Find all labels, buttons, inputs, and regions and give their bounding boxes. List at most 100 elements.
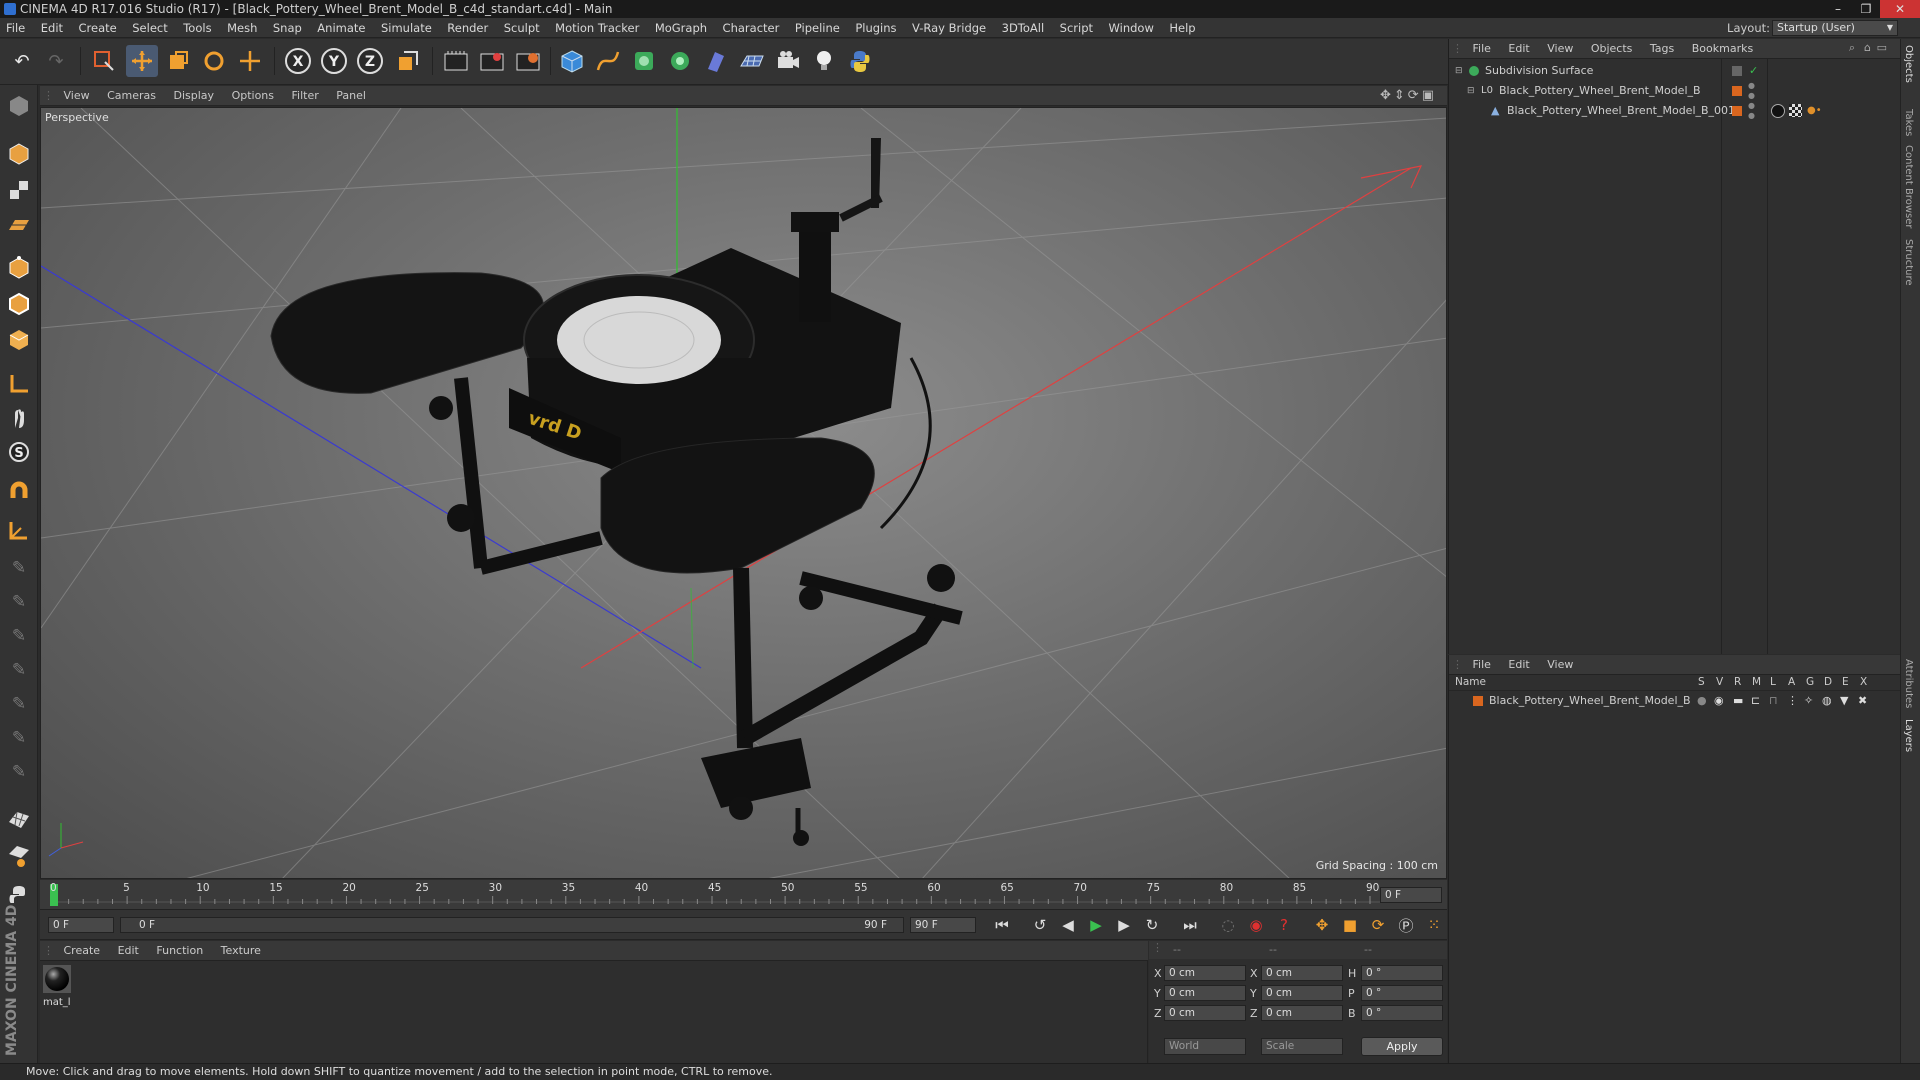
collapse-icon[interactable]: ⊟: [1455, 61, 1463, 81]
size-y-field[interactable]: 0 cm: [1266, 987, 1292, 999]
tab-objects[interactable]: Objects: [1903, 45, 1914, 83]
key-parameter-icon[interactable]: Ⓟ: [1394, 914, 1418, 936]
magnet-icon[interactable]: [3, 477, 35, 507]
solo-icon[interactable]: ●: [1697, 691, 1707, 711]
home-icon[interactable]: ⌂: [1864, 41, 1871, 54]
manager-icon[interactable]: ⊏: [1751, 691, 1760, 711]
material-menu-function[interactable]: Function: [149, 941, 210, 961]
pos-z-field[interactable]: 0 cm: [1169, 1007, 1195, 1019]
menu-motion-tracker[interactable]: Motion Tracker: [549, 18, 645, 38]
light-icon[interactable]: [808, 45, 840, 77]
timeline-ruler[interactable]: 0 5 10 15 20 25 30 35 40 45 50 55 60 65 70 75 80 85 90 0 F: [40, 880, 1447, 910]
nurbs-icon[interactable]: [628, 45, 660, 77]
object-menu-tags[interactable]: Tags: [1643, 39, 1681, 59]
close-button[interactable]: ✕: [1880, 0, 1920, 18]
viewport-menu-panel[interactable]: Panel: [329, 86, 373, 106]
tweak-mode-icon[interactable]: [3, 403, 35, 433]
rotate-view-icon[interactable]: ⟳: [1408, 88, 1422, 103]
menu-animate[interactable]: Animate: [311, 18, 371, 38]
menu-plugins[interactable]: Plugins: [849, 18, 902, 38]
render-to-picture-viewer-icon[interactable]: [476, 45, 508, 77]
sculpt-inflate-icon[interactable]: ✎: [3, 689, 35, 719]
camera-icon[interactable]: [772, 45, 804, 77]
layer-color-swatch[interactable]: [1732, 106, 1742, 116]
edges-mode-icon[interactable]: [3, 289, 35, 319]
generator-icon[interactable]: ✧: [1804, 691, 1813, 711]
rot-h-field[interactable]: 0 °: [1366, 967, 1381, 979]
tab-structure[interactable]: Structure: [1903, 239, 1914, 286]
edit-render-toggle-icon[interactable]: [1732, 66, 1742, 76]
menu-file[interactable]: File: [0, 18, 31, 38]
next-key-icon[interactable]: ↻: [1140, 914, 1164, 936]
pos-y-field[interactable]: 0 cm: [1169, 987, 1195, 999]
redo-icon[interactable]: ↷: [40, 45, 72, 77]
mograph-cloner-icon[interactable]: [664, 45, 696, 77]
rot-b-field[interactable]: 0 °: [1366, 1007, 1381, 1019]
material-tag-icon[interactable]: [1771, 104, 1785, 118]
menu-mograph[interactable]: MoGraph: [649, 18, 713, 38]
menu-vray-bridge[interactable]: V-Ray Bridge: [906, 18, 992, 38]
sculpt-flatten-icon[interactable]: ✎: [3, 655, 35, 685]
minimize-button[interactable]: –: [1824, 0, 1852, 18]
axis-mode-icon[interactable]: [3, 369, 35, 399]
layout-select[interactable]: Startup (User) ▼: [1772, 20, 1898, 36]
visibility-dots-icon[interactable]: ● ●: [1748, 101, 1755, 121]
menu-select[interactable]: Select: [126, 18, 173, 38]
workplane-align-icon[interactable]: [3, 515, 35, 545]
menu-character[interactable]: Character: [717, 18, 786, 38]
material-menu-texture[interactable]: Texture: [214, 941, 268, 961]
visibility-dots-icon[interactable]: ● ●: [1748, 81, 1755, 101]
points-mode-icon[interactable]: [3, 253, 35, 283]
rotate-tool-icon[interactable]: [198, 45, 230, 77]
menu-pipeline[interactable]: Pipeline: [789, 18, 846, 38]
menu-3dtoall[interactable]: 3DToAll: [996, 18, 1051, 38]
previous-key-icon[interactable]: ↺: [1028, 914, 1052, 936]
current-frame-field[interactable]: 0 F: [1380, 887, 1442, 903]
make-editable-icon[interactable]: [3, 91, 35, 121]
menu-simulate[interactable]: Simulate: [375, 18, 438, 38]
pos-x-field[interactable]: 0 cm: [1169, 967, 1195, 979]
record-active-objects-icon[interactable]: ◉: [1244, 914, 1268, 936]
deformer-icon[interactable]: ◍: [1822, 691, 1832, 711]
menu-mesh[interactable]: Mesh: [221, 18, 263, 38]
xref-icon[interactable]: ✖: [1858, 691, 1867, 711]
go-to-start-icon[interactable]: ⏮: [990, 914, 1014, 936]
sculpt-knife-icon[interactable]: ✎: [3, 757, 35, 787]
previous-frame-icon[interactable]: ◀: [1056, 914, 1080, 936]
dolly-view-icon[interactable]: ⇕: [1394, 88, 1408, 103]
sculpt-smooth-icon[interactable]: ✎: [3, 621, 35, 651]
object-menu-objects[interactable]: Objects: [1584, 39, 1640, 59]
sculpt-brush-icon[interactable]: ✎: [3, 553, 35, 583]
material-menu-edit[interactable]: Edit: [111, 941, 146, 961]
animation-icon[interactable]: ⋮: [1787, 691, 1798, 711]
render-clapper-icon[interactable]: ▬: [1733, 691, 1743, 711]
menu-render[interactable]: Render: [441, 18, 494, 38]
model-mode-icon[interactable]: [3, 139, 35, 169]
render-view-icon[interactable]: [440, 45, 472, 77]
viewport-menu-cameras[interactable]: Cameras: [100, 86, 163, 106]
scale-tool-icon[interactable]: [162, 45, 194, 77]
x-axis-lock-icon[interactable]: X: [282, 45, 314, 77]
menu-edit[interactable]: Edit: [35, 18, 69, 38]
menu-script[interactable]: Script: [1054, 18, 1099, 38]
sculpt-grab-icon[interactable]: ✎: [3, 723, 35, 753]
play-icon[interactable]: ▶: [1084, 914, 1108, 936]
key-scale-icon[interactable]: ■: [1338, 914, 1362, 936]
y-axis-lock-icon[interactable]: Y: [318, 45, 350, 77]
object-row-pottery-wheel-001[interactable]: ▲ Black_Pottery_Wheel_Brent_Model_B_001 …: [1449, 101, 1901, 121]
size-mode-select[interactable]: Scale: [1261, 1038, 1343, 1055]
object-menu-bookmarks[interactable]: Bookmarks: [1685, 39, 1760, 59]
spline-pen-icon[interactable]: [592, 45, 624, 77]
collapse-icon[interactable]: ⊟: [1467, 81, 1475, 101]
z-axis-lock-icon[interactable]: Z: [354, 45, 386, 77]
tab-layers[interactable]: Layers: [1903, 719, 1914, 752]
deformer-icon[interactable]: [700, 45, 732, 77]
new-window-icon[interactable]: ▭: [1877, 41, 1887, 54]
menu-help[interactable]: Help: [1163, 18, 1201, 38]
python-icon[interactable]: [844, 45, 876, 77]
snap-icon[interactable]: S: [3, 437, 35, 467]
phong-tag-icon[interactable]: ●•: [1807, 101, 1822, 121]
viewport-menu-display[interactable]: Display: [167, 86, 222, 106]
uv-grid-icon[interactable]: [3, 805, 35, 835]
layer-menu-edit[interactable]: Edit: [1501, 655, 1536, 675]
